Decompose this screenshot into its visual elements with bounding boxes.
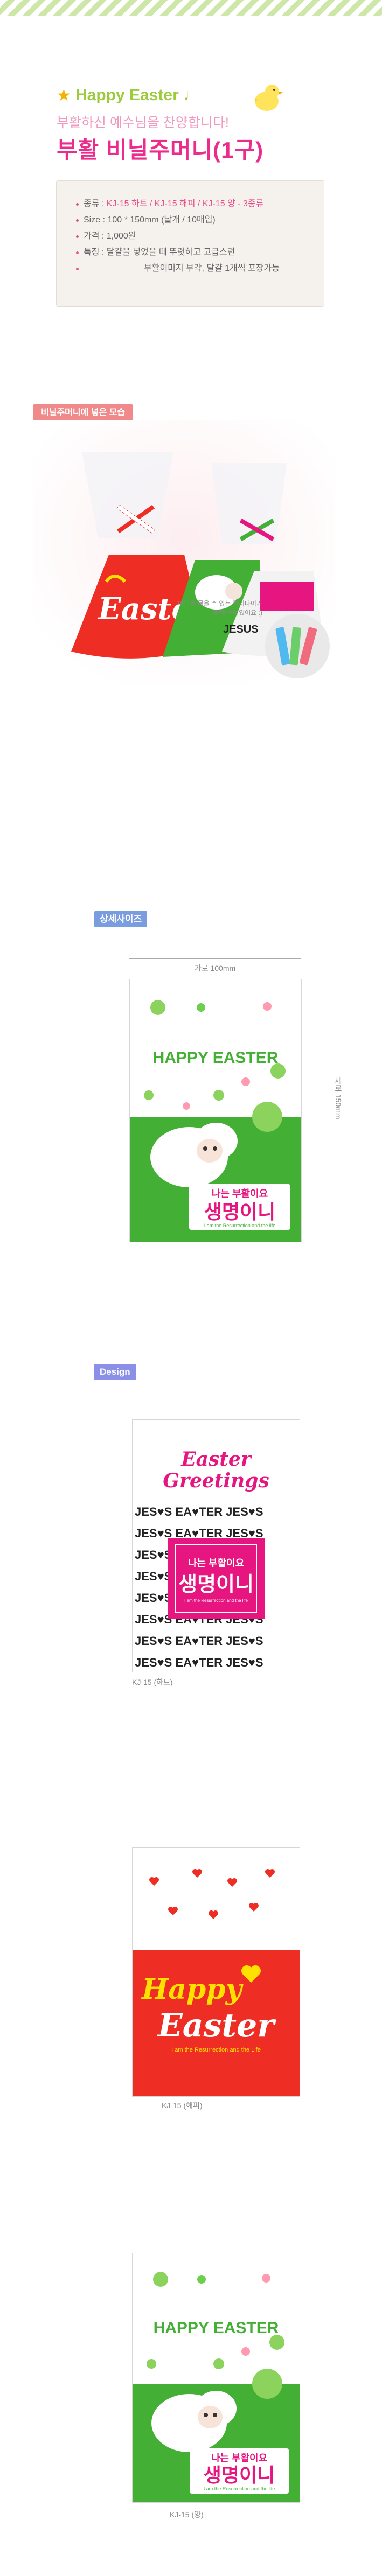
height-label: 세로 150mm <box>334 1077 343 1119</box>
header-subtitle: 부활하신 예수님을 찬양합니다! <box>57 115 229 130</box>
design-sheep-slogan-small: 나는 부활이요 <box>211 2453 267 2463</box>
spec-item-type: 종류 : KJ-15 하트 / KJ-15 해피 / KJ-15 양 - 3종류 <box>76 196 324 212</box>
design-sheep-slogan-eng: I am the Resurrection and the life <box>204 2486 275 2491</box>
product-photo: Easter JESUS 비닐을 묶을 수 있는 컬러타이가 함께 들어있어요 … <box>33 420 335 684</box>
design-happy-sub: I am the Resurrection and the Life <box>171 2047 261 2053</box>
design-card-heart: Easter Greetings JES♥S EA♥TER JES♥S JES♥… <box>132 1419 300 1672</box>
design-card-happy: Happy Easter I am the Resurrection and t… <box>132 1847 300 2097</box>
chick-icon <box>254 85 283 111</box>
spec-box: 종류 : KJ-15 하트 / KJ-15 해피 / KJ-15 양 - 3종류… <box>56 180 324 307</box>
star-icon: ★ <box>57 87 71 104</box>
happy-bag-artwork: Happy Easter I am the Resurrection and t… <box>133 1868 300 2096</box>
design-caption-sheep: KJ-15 (양) <box>170 2510 204 2519</box>
slogan-eng: I am the Resurrection and the life <box>204 1223 276 1228</box>
spec-item-price: 가격 : 1,000원 <box>76 228 324 244</box>
tie-note-line1: 비닐을 묶을 수 있는 컬러타이가 <box>178 600 262 607</box>
pattern-row: JES♥S EA♥TER JES♥S <box>135 1527 263 1540</box>
design-happy-word: Happy <box>141 1973 244 2006</box>
width-dimension-line <box>129 958 301 959</box>
design-sheep-happy-easter: HAPPY EASTER <box>154 2319 279 2337</box>
design-easter-word: Easter <box>157 2007 276 2045</box>
pattern-row: JES♥S EA♥TER JES♥S <box>135 1634 263 1648</box>
design-heart-slogan-big: 생명이니 <box>178 1573 254 1596</box>
section-title-design: Design <box>94 1364 136 1380</box>
design-sheep-slogan-big: 생명이니 <box>204 2464 275 2486</box>
spec-item-price-value: 1,000원 <box>106 232 136 241</box>
slogan-small: 나는 부활이요 <box>212 1188 268 1199</box>
heart-bag-artwork: Easter Greetings JES♥S EA♥TER JES♥S JES♥… <box>135 1448 269 1669</box>
happy-easter-text: HAPPY EASTER <box>153 1049 279 1067</box>
section-title-size: 상세사이즈 <box>94 911 148 927</box>
sheep-design-artwork: HAPPY EASTER 나는 부활이요 생명이니 I am the Resur… <box>133 2272 300 2502</box>
spec-item-size-value: 100 * 150mm (낱개 / 10매입) <box>107 215 216 225</box>
page-title: 부활 비닐주머니(1구) <box>57 137 264 163</box>
pattern-row: JES♥S EA♥TER JES♥S <box>135 1505 263 1518</box>
spec-item-feature: 특징 : 달걀을 넣었을 때 뚜렷하고 고급스런 <box>76 244 324 261</box>
design-card-sheep: HAPPY EASTER 나는 부활이요 생명이니 I am the Resur… <box>132 2253 300 2503</box>
bag-jesus-text: JESUS <box>223 624 259 635</box>
sheep-bag-artwork: HAPPY EASTER 나는 부활이요 생명이니 I am the Resur… <box>130 979 301 1242</box>
width-label: 가로 100mm <box>194 964 236 972</box>
tie-note-line2: 함께 들어있어요 :) <box>213 609 262 617</box>
spec-item-type-value: KJ-15 하트 / KJ-15 해피 / KJ-15 양 - 3종류 <box>106 199 264 208</box>
slogan-big: 생명이니 <box>204 1201 275 1223</box>
pattern-row: JES♥S EA♥TER JES♥S <box>135 1656 263 1669</box>
size-preview-bag: HAPPY EASTER 나는 부활이요 생명이니 I am the Resur… <box>129 979 302 1242</box>
design-caption-heart: KJ-15 (하트) <box>132 1678 173 1686</box>
design-heart-slogan-small: 나는 부활이요 <box>188 1558 244 1569</box>
design-heart-title1: Easter <box>180 1448 253 1471</box>
design-heart-title2: Greetings <box>163 1469 269 1492</box>
design-heart-slogan-eng: I am the Resurrection and the life <box>184 1598 248 1603</box>
header-happy-easter: Happy Easter ♩ <box>75 86 200 104</box>
top-decorative-tape <box>0 0 382 16</box>
spec-item-feature-value: 달걀을 넣었을 때 뚜렷하고 고급스런 <box>106 248 235 257</box>
spec-item-feature-extra: 부활이미지 부각, 달걀 1개씩 포장가능 <box>76 261 324 277</box>
spec-item-size: Size : 100 * 150mm (낱개 / 10매입) <box>76 212 324 228</box>
photo-badge: 비닐주머니에 넣은 모습 <box>33 404 133 422</box>
heart-icon <box>149 1868 275 1919</box>
design-caption-happy: KJ-15 (해피) <box>162 2101 203 2110</box>
